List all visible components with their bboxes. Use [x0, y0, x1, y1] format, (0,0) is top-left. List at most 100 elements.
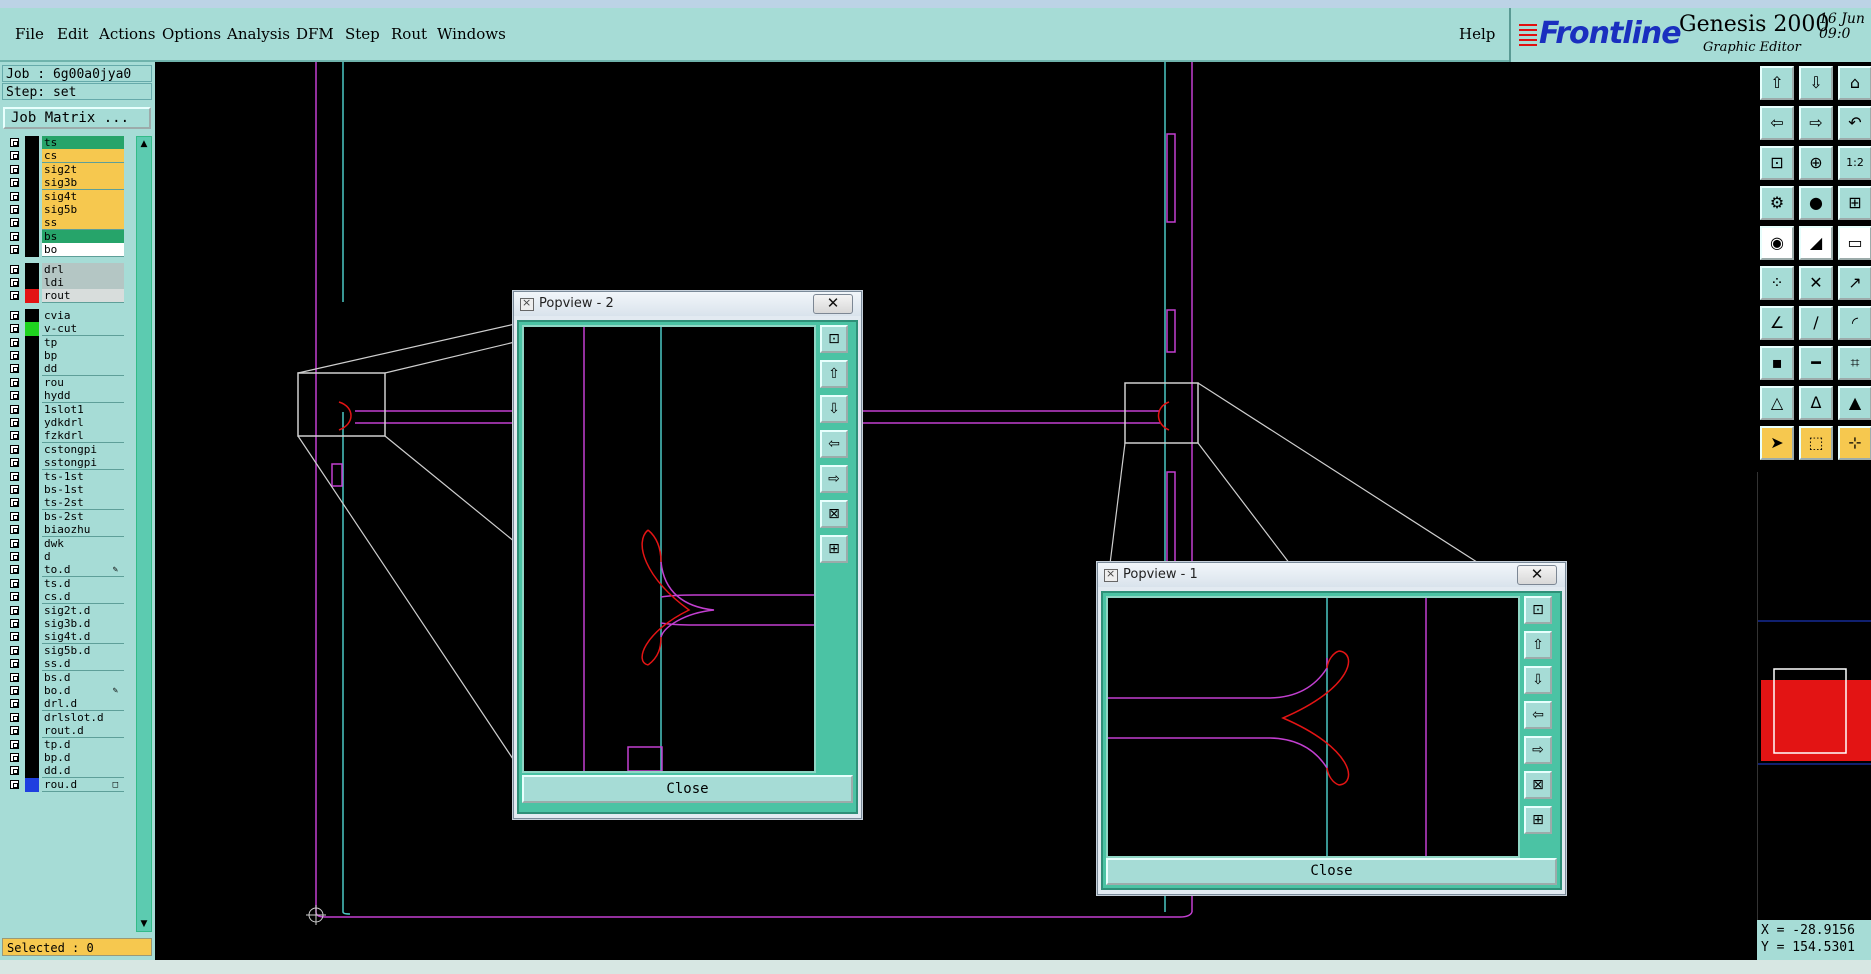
layer-scrollbar[interactable]: ▲ ▼ [136, 136, 152, 932]
ruler-icon[interactable]: ▭ [1838, 226, 1871, 260]
layer-checkbox[interactable] [10, 364, 19, 374]
layer-row[interactable]: d [2, 550, 127, 564]
layer-color-swatch[interactable] [25, 670, 39, 685]
layer-checkbox[interactable] [10, 753, 19, 762]
zoom-out-icon[interactable]: ⊞ [1524, 806, 1552, 834]
layer-checkbox[interactable] [10, 659, 19, 669]
pointer-icon[interactable]: ➤ [1760, 426, 1794, 460]
layer-row[interactable]: ydkdrl [2, 416, 127, 430]
menu-help[interactable]: Help [1459, 25, 1495, 43]
layer-checkbox[interactable] [10, 592, 19, 602]
layer-checkbox[interactable] [10, 739, 19, 749]
popview-2-titlebar[interactable]: Popview - 2 ✕ [514, 292, 861, 316]
layer-row[interactable]: rout [2, 289, 127, 304]
link-icon[interactable]: ↗ [1838, 266, 1871, 300]
pan-down-icon[interactable]: ⇩ [1524, 666, 1552, 694]
layer-checkbox[interactable] [10, 291, 19, 301]
menu-step[interactable]: Step [345, 25, 380, 43]
layer-color-swatch[interactable] [25, 176, 39, 191]
layer-color-swatch[interactable] [25, 229, 39, 244]
layer-checkbox[interactable] [10, 538, 19, 548]
layer-name[interactable]: fzkdrl [42, 429, 124, 444]
layer-checkbox[interactable] [10, 578, 19, 588]
layer-row[interactable]: sig2t [2, 162, 127, 177]
zoom-in-icon[interactable]: ⊠ [1524, 771, 1552, 799]
layer-name[interactable]: dd [42, 362, 124, 377]
layer-color-swatch[interactable] [25, 469, 39, 484]
layer-color-swatch[interactable] [25, 189, 39, 204]
layer-row[interactable]: drl.d [2, 697, 127, 712]
layer-row[interactable]: ts-2st [2, 496, 127, 511]
layer-row[interactable]: bo [2, 243, 127, 258]
layer-color-swatch[interactable] [25, 349, 39, 363]
layer-checkbox[interactable] [10, 605, 19, 615]
layer-checkbox[interactable] [10, 525, 19, 535]
pan-down-icon[interactable]: ⇩ [820, 395, 848, 423]
layer-name[interactable]: cstongpi [42, 442, 124, 457]
layer-color-swatch[interactable] [25, 617, 39, 631]
popview-1-viewport[interactable] [1106, 596, 1520, 858]
layer-name[interactable]: sig5b [42, 203, 124, 217]
layer-color-swatch[interactable] [25, 262, 39, 277]
layer-color-swatch[interactable] [25, 335, 39, 350]
ratio-icon[interactable]: 1:2 [1838, 146, 1871, 180]
layer-row[interactable]: cstongpi [2, 442, 127, 457]
layer-row[interactable]: dd.d [2, 764, 127, 779]
layer-checkbox[interactable] [10, 565, 19, 575]
layer-color-swatch[interactable] [25, 764, 39, 779]
popview-1-close-button[interactable]: Close [1106, 858, 1557, 885]
scroll-down-icon[interactable]: ▼ [139, 919, 149, 929]
layer-row[interactable]: bo.d ✎ [2, 684, 127, 698]
layer-color-swatch[interactable] [25, 243, 39, 258]
layer-checkbox[interactable] [10, 511, 19, 521]
pan-right-icon[interactable]: ⇨ [820, 465, 848, 493]
layer-color-swatch[interactable] [25, 402, 39, 417]
layer-row[interactable]: rout.d [2, 724, 127, 739]
popview-2-window[interactable]: Popview - 2 ✕ ⊡ ⇧ ⇩ ⇦ ⇨ ⊠ ⊞ [513, 291, 862, 819]
zoom-fit-icon[interactable]: ⊡ [1524, 596, 1552, 624]
layer-checkbox[interactable] [10, 278, 19, 287]
layer-checkbox[interactable] [10, 672, 19, 682]
layer-row[interactable]: rou [2, 375, 127, 390]
layer-color-swatch[interactable] [25, 751, 39, 765]
move-left-icon[interactable]: ⇦ [1760, 106, 1794, 140]
layer-row[interactable]: to.d ✎ [2, 563, 127, 578]
layer-name[interactable]: dwk [42, 536, 124, 551]
layer-color-swatch[interactable] [25, 576, 39, 591]
layer-checkbox[interactable] [10, 444, 19, 454]
layer-name[interactable]: rout [42, 289, 124, 304]
layer-row[interactable]: cvia [2, 308, 127, 323]
layer-name[interactable]: ts [42, 136, 124, 150]
layer-row[interactable]: ts [2, 136, 127, 150]
layer-color-swatch[interactable] [25, 149, 39, 164]
layer-name[interactable]: v-cut [42, 322, 124, 337]
layer-name[interactable]: sig3b.d [42, 617, 124, 631]
layer-row[interactable]: tp [2, 335, 127, 350]
pan-right-icon[interactable]: ⇨ [1524, 736, 1552, 764]
line-red-icon[interactable]: ∠ [1760, 306, 1794, 340]
layer-row[interactable]: rou.d □ [2, 777, 127, 792]
layer-checkbox[interactable] [10, 337, 19, 347]
layer-name[interactable]: rou.d □ [42, 777, 124, 792]
popview-2-close-button[interactable]: Close [522, 775, 853, 803]
layer-color-swatch[interactable] [25, 483, 39, 497]
layer-checkbox[interactable] [10, 471, 19, 481]
layer-checkbox[interactable] [10, 377, 19, 387]
layer-name[interactable]: ydkdrl [42, 416, 124, 430]
layer-color-swatch[interactable] [25, 724, 39, 739]
layer-color-swatch[interactable] [25, 523, 39, 538]
layer-name[interactable]: sig4t.d [42, 630, 124, 645]
layer-name[interactable]: ts.d [42, 576, 124, 591]
layer-color-swatch[interactable] [25, 389, 39, 404]
layer-name[interactable]: bs-2st [42, 509, 124, 524]
popview-1-window[interactable]: Popview - 1 ✕ ⊡ ⇧ ⇩ ⇦ ⇨ ⊠ ⊞ Close [1097, 562, 1566, 895]
layer-checkbox[interactable] [10, 205, 19, 214]
layer-checkbox[interactable] [10, 138, 19, 147]
layer-color-swatch[interactable] [25, 684, 39, 698]
layer-checkbox[interactable] [10, 218, 19, 228]
layer-row[interactable]: drlslot.d [2, 710, 127, 725]
layer-row[interactable]: 1slot1 [2, 402, 127, 417]
layer-row[interactable]: ldi [2, 276, 127, 290]
layer-color-swatch[interactable] [25, 509, 39, 524]
popview-1-titlebar[interactable]: Popview - 1 ✕ [1098, 563, 1565, 587]
